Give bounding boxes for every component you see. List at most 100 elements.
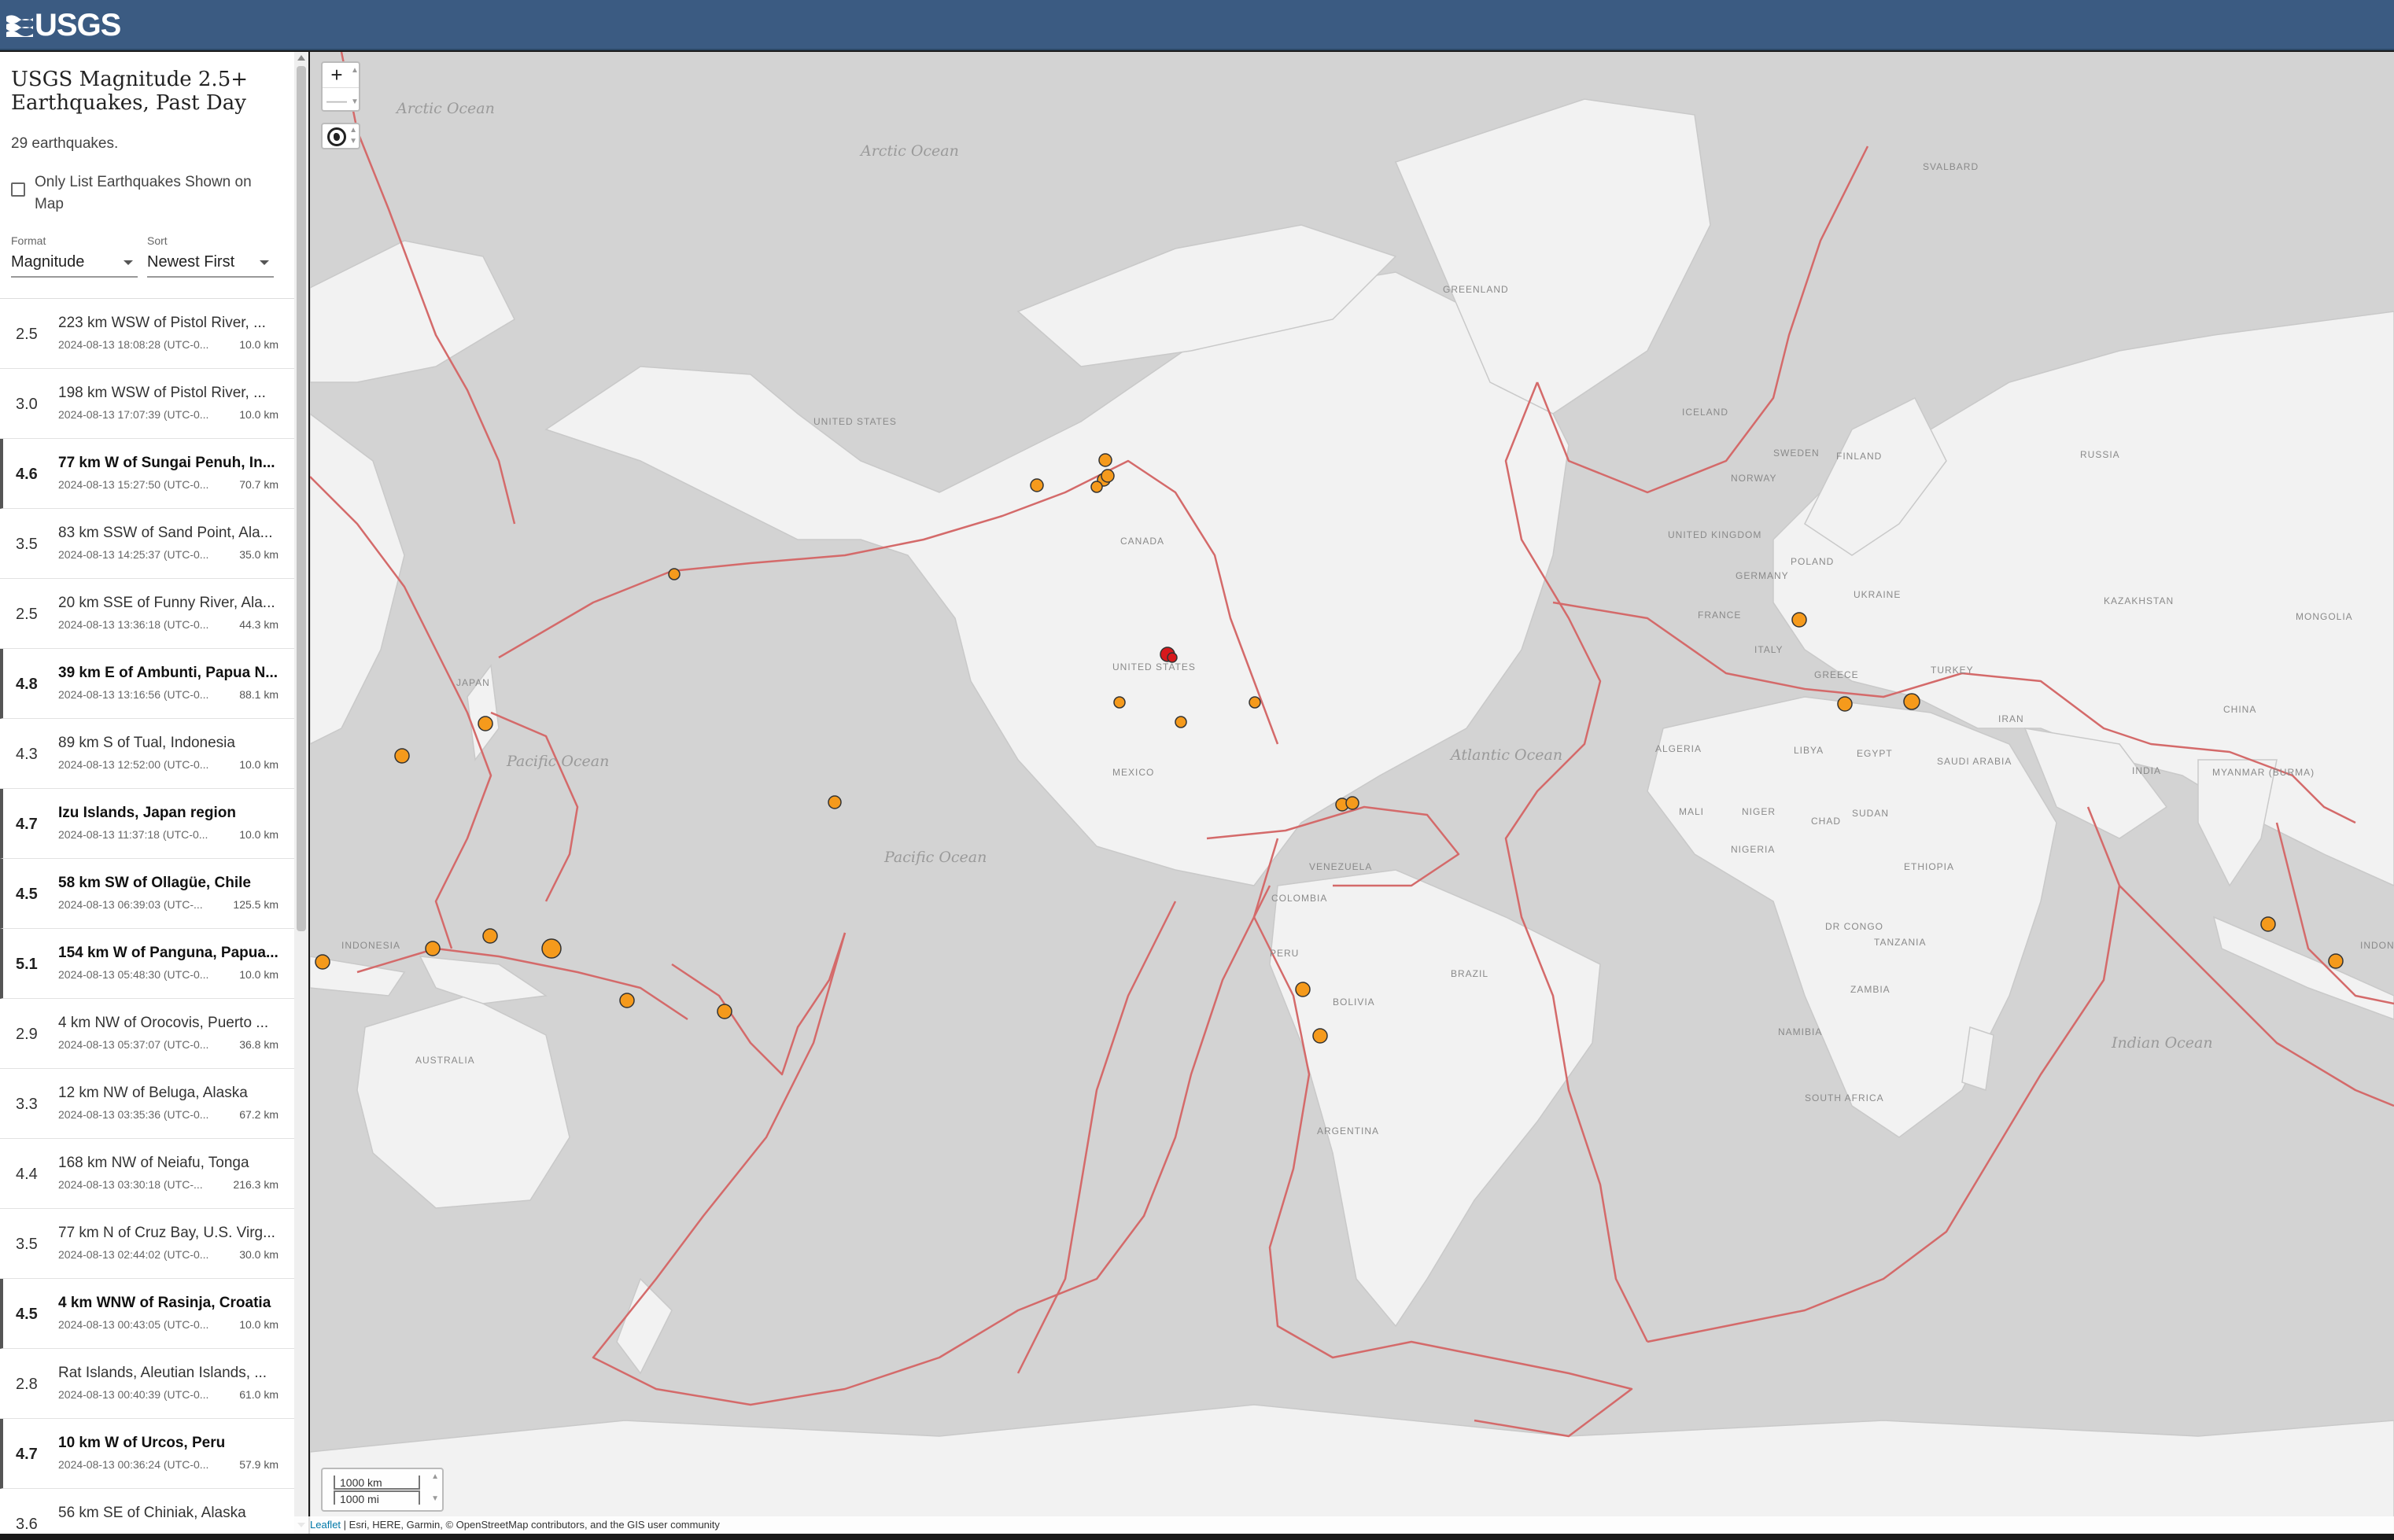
earthquake-list-item[interactable]: 4.7 Izu Islands, Japan region 2024-08-13 1… xyxy=(0,789,294,859)
only-list-checkbox[interactable] xyxy=(11,182,25,197)
earthquake-marker[interactable] xyxy=(1175,716,1187,728)
earthquake-list-item[interactable]: 4.7 10 km W of Urcos, Peru 2024-08-13 00:3… xyxy=(0,1419,294,1489)
earthquake-marker[interactable] xyxy=(1312,1028,1328,1044)
leaflet-link[interactable]: Leaflet xyxy=(310,1519,341,1531)
earthquake-magnitude: 4.7 xyxy=(16,816,38,833)
earthquake-magnitude: 4.3 xyxy=(16,746,38,763)
world-map: Arctic Ocean Arctic Ocean Pacific Ocean … xyxy=(310,52,2394,1540)
earthquake-list-item[interactable]: 3.6 56 km SE of Chiniak, Alaska xyxy=(0,1489,294,1540)
earthquake-place: 223 km WSW of Pistol River, ... xyxy=(58,315,266,331)
earthquake-marker[interactable] xyxy=(1101,469,1115,483)
earthquake-marker[interactable] xyxy=(1903,693,1920,710)
earthquake-list-item[interactable]: 4.6 77 km W of Sungai Penuh, In... 2024-08… xyxy=(0,439,294,509)
earthquake-marker[interactable] xyxy=(1030,478,1044,492)
country-label: JAPAN xyxy=(456,677,490,688)
earthquake-list-item[interactable]: 3.3 12 km NW of Beluga, Alaska 2024-08-13 … xyxy=(0,1069,294,1139)
earthquake-list-item[interactable]: 2.5 20 km SSE of Funny River, Ala... 2024-… xyxy=(0,579,294,649)
earthquake-list-item[interactable]: 4.5 4 km WNW of Rasinja, Croatia 2024-08-1… xyxy=(0,1279,294,1349)
earthquake-magnitude: 4.7 xyxy=(16,1446,38,1463)
country-label: GERMANY xyxy=(1736,570,1789,581)
earthquake-place: 154 km W of Panguna, Papua... xyxy=(58,945,279,961)
earthquake-time: 2024-08-13 14:25:37 (UTC-0... xyxy=(58,548,209,561)
earthquake-marker[interactable] xyxy=(1090,481,1103,493)
country-label: INDONESIA xyxy=(341,940,400,951)
earthquake-magnitude: 4.6 xyxy=(16,466,38,483)
country-label: AUSTRALIA xyxy=(415,1055,475,1066)
earthquake-marker[interactable] xyxy=(1345,796,1359,810)
earthquake-list-item[interactable]: 2.9 4 km NW of Orocovis, Puerto ... 2024-0… xyxy=(0,999,294,1069)
earthquake-count: 29 earthquakes. xyxy=(11,135,119,152)
country-label: BOLIVIA xyxy=(1333,997,1375,1008)
country-label: INDIA xyxy=(2132,765,2161,776)
earthquake-marker[interactable] xyxy=(482,928,498,944)
country-label: COLOMBIA xyxy=(1271,893,1327,904)
panel-title: USGS Magnitude 2.5+ Earthquakes, Past Da… xyxy=(11,68,249,115)
earthquake-marker[interactable] xyxy=(425,941,441,956)
earthquake-list-item[interactable]: 2.5 223 km WSW of Pistol River, ... 2024-0… xyxy=(0,299,294,369)
chevron-up-icon: ▲ xyxy=(351,66,359,75)
scroll-up-icon[interactable] xyxy=(297,55,305,61)
earthquake-time: 2024-08-13 12:52:00 (UTC-0... xyxy=(58,758,209,771)
map-view[interactable]: Arctic Ocean Arctic Ocean Pacific Ocean … xyxy=(310,52,2394,1540)
sort-select[interactable]: Sort Newest First xyxy=(147,234,274,278)
earthquake-marker[interactable] xyxy=(2328,953,2344,969)
country-label: TURKEY xyxy=(1931,665,1974,676)
zoom-in-button[interactable]: + xyxy=(323,63,351,87)
earthquake-marker[interactable] xyxy=(478,716,493,731)
earthquake-list: 2.5 223 km WSW of Pistol River, ... 2024-0… xyxy=(0,299,294,1540)
earthquake-list-item[interactable]: 5.1 154 km W of Panguna, Papua... 2024-08-… xyxy=(0,929,294,999)
earthquake-list-item[interactable]: 3.5 83 km SSW of Sand Point, Ala... 2024-0… xyxy=(0,509,294,579)
earthquake-list-item[interactable]: 4.4 168 km NW of Neiafu, Tonga 2024-08-13 … xyxy=(0,1139,294,1209)
earthquake-marker[interactable] xyxy=(828,795,842,809)
earthquake-list-item[interactable]: 2.8 Rat Islands, Aleutian Islands, ... 202… xyxy=(0,1349,294,1419)
earthquake-list-item[interactable]: 4.8 39 km E of Ambunti, Papua N... 2024-08… xyxy=(0,649,294,719)
earthquake-marker[interactable] xyxy=(668,568,681,580)
country-label: SVALBARD xyxy=(1923,161,1979,172)
country-label: RUSSIA xyxy=(2080,449,2120,460)
earthquake-marker[interactable] xyxy=(1791,612,1807,628)
country-label: UNITED STATES xyxy=(813,416,897,427)
earthquake-marker[interactable] xyxy=(541,938,562,959)
earthquake-marker[interactable] xyxy=(2260,916,2276,932)
earthquake-depth: 70.7 km xyxy=(239,478,279,491)
earthquake-marker[interactable] xyxy=(394,748,410,764)
country-label: MYANMAR (BURMA) xyxy=(2212,767,2315,778)
ocean-label: Arctic Ocean xyxy=(859,142,959,160)
earthquake-magnitude: 4.4 xyxy=(16,1166,38,1183)
window-bottom-edge xyxy=(0,1534,2394,1540)
sidebar-scrollbar[interactable] xyxy=(294,52,308,1540)
country-label: ALGERIA xyxy=(1655,743,1702,754)
country-label: ZAMBIA xyxy=(1850,984,1890,995)
earthquake-list-item[interactable]: 3.0 198 km WSW of Pistol River, ... 2024-0… xyxy=(0,369,294,439)
earthquake-list-item[interactable]: 4.3 89 km S of Tual, Indonesia 2024-08-13 … xyxy=(0,719,294,789)
earthquake-marker[interactable] xyxy=(315,954,330,970)
earthquake-marker[interactable] xyxy=(1837,696,1853,712)
zoom-out-button[interactable]: — xyxy=(323,88,351,112)
earthquake-list-item[interactable]: 3.5 77 km N of Cruz Bay, U.S. Virg... 2024… xyxy=(0,1209,294,1279)
earthquake-list-item[interactable]: 4.5 58 km SW of Ollagüe, Chile 2024-08-13 … xyxy=(0,859,294,929)
earthquake-marker[interactable] xyxy=(1167,652,1178,663)
earthquake-marker[interactable] xyxy=(1098,453,1112,467)
earthquake-marker[interactable] xyxy=(717,1004,732,1019)
earthquake-place: 4 km NW of Orocovis, Puerto ... xyxy=(58,1015,269,1031)
country-label: LIBYA xyxy=(1794,745,1824,756)
earthquake-marker[interactable] xyxy=(1249,696,1261,709)
earthquake-magnitude: 3.5 xyxy=(16,1236,38,1253)
earthquake-magnitude: 3.3 xyxy=(16,1096,38,1113)
earthquake-marker[interactable] xyxy=(1295,982,1311,997)
earthquake-marker[interactable] xyxy=(619,993,635,1008)
earthquake-place: 12 km NW of Beluga, Alaska xyxy=(58,1085,248,1101)
only-list-toggle[interactable]: Only List Earthquakes Shown on Map xyxy=(11,171,283,216)
chevron-down-icon xyxy=(260,260,269,265)
usgs-logo[interactable]: USGS xyxy=(6,8,121,42)
earthquake-place: 4 km WNW of Rasinja, Croatia xyxy=(58,1295,271,1311)
basemap-layers-button[interactable]: ▲ ▼ xyxy=(321,123,360,149)
scrollbar-thumb[interactable] xyxy=(297,66,306,931)
chevron-down-icon: ▼ xyxy=(351,98,359,106)
earthquake-marker[interactable] xyxy=(1113,696,1126,709)
country-label: EGYPT xyxy=(1857,748,1893,759)
country-label: MONGOLIA xyxy=(2296,611,2353,622)
earthquake-magnitude: 4.5 xyxy=(16,1306,38,1323)
format-select[interactable]: Format Magnitude xyxy=(11,234,138,278)
earthquake-magnitude: 3.5 xyxy=(16,536,38,553)
